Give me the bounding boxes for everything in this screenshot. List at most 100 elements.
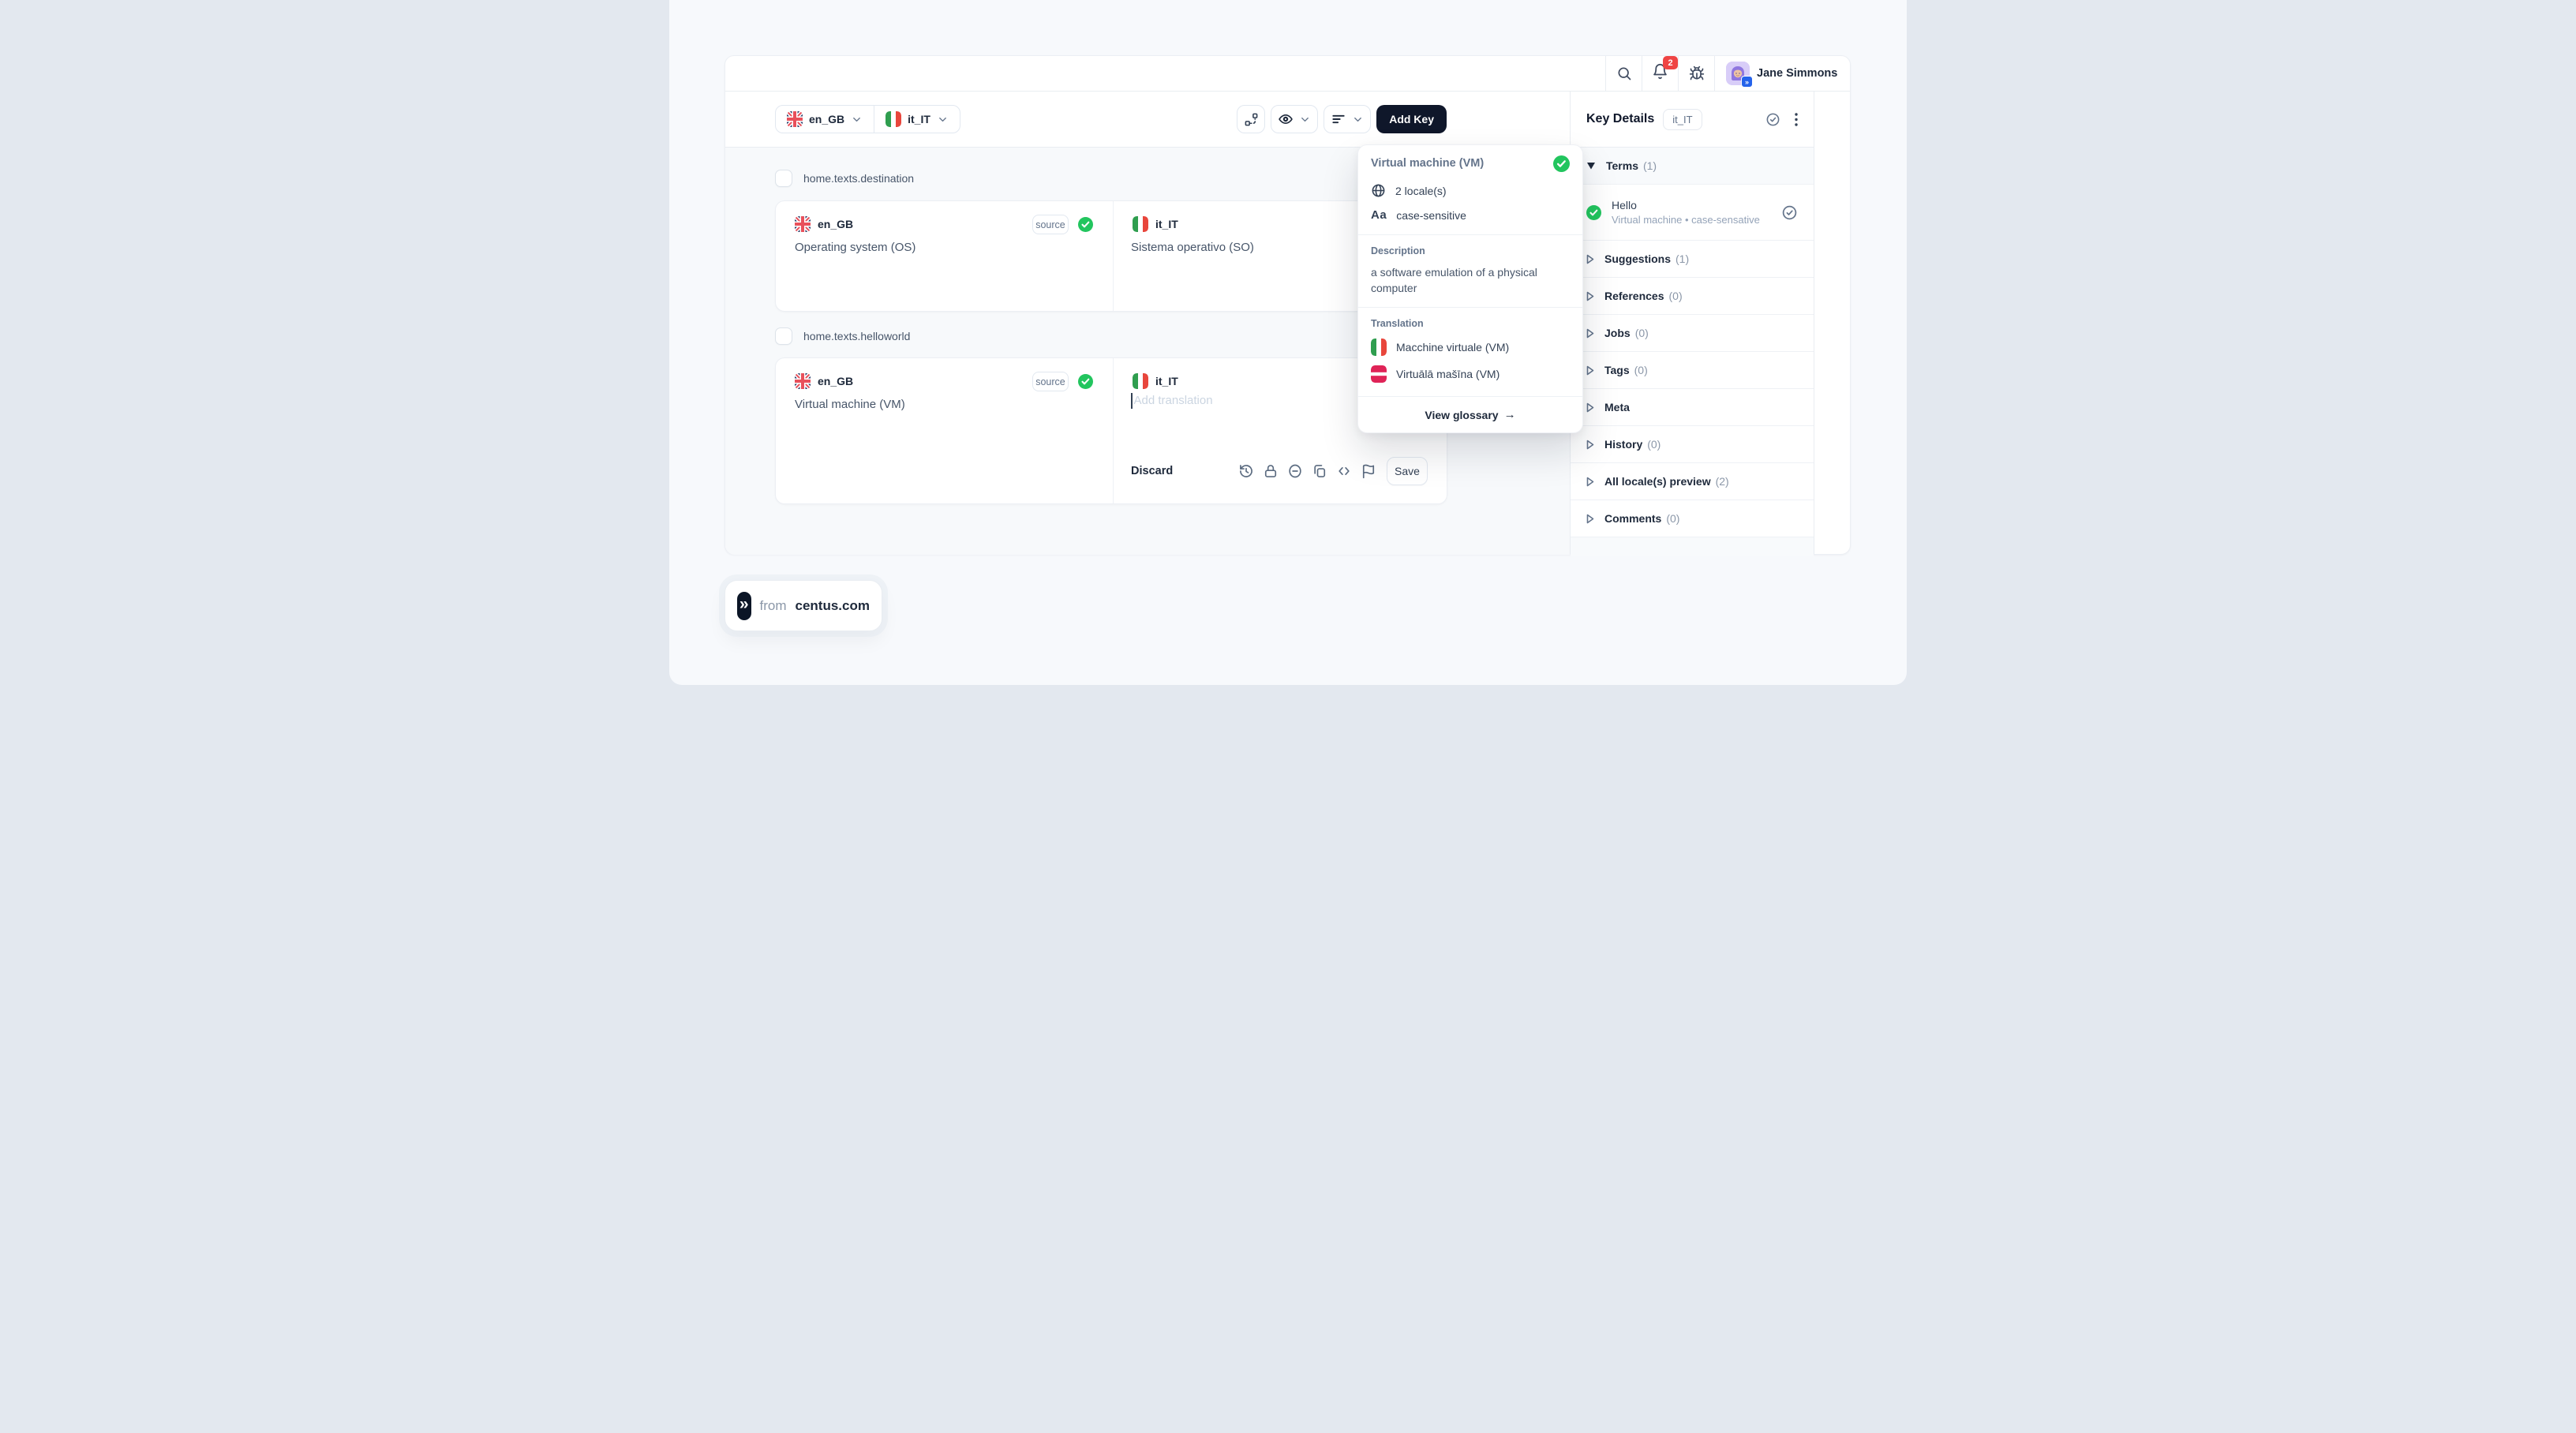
user-name: Jane Simmons [1757,67,1837,80]
avatar: » [1726,62,1750,85]
triangle-right-icon [1586,440,1594,450]
case-label: case-sensitive [1396,209,1466,222]
term-name: Virtual machine (VM) [1371,155,1484,170]
italy-flag-icon [886,111,901,127]
translation-input[interactable]: Add translation [1131,393,1213,409]
view-visibility-button[interactable] [1271,105,1318,133]
approved-check-icon [1078,374,1093,389]
triangle-right-icon [1586,365,1594,376]
text-cursor [1131,393,1133,409]
case-sensitive-icon: Aa [1371,208,1387,222]
filter-lines-icon [1331,111,1346,127]
flag-icon[interactable] [1361,463,1376,479]
locale-pair-selector: en_GB it_IT [775,105,960,133]
translation-row: Macchine virtuale (VM) [1371,339,1570,356]
badge-prefix: from [760,598,787,614]
notification-badge: 2 [1663,56,1678,69]
debug-button[interactable] [1678,56,1714,91]
term-main: Hello Virtual machine • case-sensative [1612,199,1760,226]
notifications-button[interactable]: 2 [1642,56,1678,91]
term-approved-icon [1553,155,1570,172]
centus-logo-icon: » [737,592,751,620]
minus-circle-icon[interactable] [1287,463,1303,479]
section-references[interactable]: References (0) [1571,278,1814,315]
integrations-button[interactable] [1237,105,1265,133]
source-text[interactable]: Operating system (OS) [795,241,915,254]
section-all-locales-preview[interactable]: All locale(s) preview (2) [1571,463,1814,500]
chevron-down-icon [851,114,863,125]
key-details-panel: Key Details it_IT Terms (1) Hello Virtua… [1570,92,1814,554]
source-locale-label: en_GB [818,375,853,387]
source-cell-header: en_GB [795,373,853,389]
check-circle-icon[interactable] [1765,112,1780,127]
target-text[interactable]: Sistema operativo (SO) [1131,241,1254,254]
italy-flag-icon [1133,373,1148,389]
source-text[interactable]: Virtual machine (VM) [795,398,905,411]
triangle-down-icon [1586,162,1596,170]
view-glossary-link[interactable]: View glossary → [1358,396,1582,432]
section-terms[interactable]: Terms (1) [1571,148,1814,185]
target-locale-code: it_IT [908,113,930,125]
triangle-right-icon [1586,254,1594,264]
code-icon[interactable] [1336,463,1352,479]
discard-button[interactable]: Discard [1131,465,1173,477]
uk-flag-icon [787,111,803,127]
arrow-right-icon: → [1504,408,1516,421]
key-checkbox[interactable] [775,327,792,345]
section-suggestions[interactable]: Suggestions (1) [1571,241,1814,278]
lock-icon[interactable] [1263,463,1279,479]
locales-count: 2 locale(s) [1395,185,1447,197]
translation-text: Macchine virtuale (VM) [1396,341,1509,354]
source-locale-code: en_GB [809,113,844,125]
triangle-right-icon [1586,291,1594,301]
card-divider [1113,358,1114,503]
section-count: (1) [1643,159,1657,172]
source-badge: source [1032,372,1069,391]
user-menu[interactable]: » Jane Simmons [1714,56,1850,91]
target-locale-selector[interactable]: it_IT [874,106,960,133]
triangle-right-icon [1586,514,1594,524]
section-comments[interactable]: Comments (0) [1571,500,1814,537]
key-name: home.texts.helloworld [803,330,910,342]
translation-card: en_GB source Operating system (OS) it_IT… [775,200,1447,312]
section-label: Terms [1606,159,1638,172]
source-cell-header: en_GB [795,216,853,232]
kebab-menu-icon[interactable] [1795,113,1798,126]
source-locale-selector[interactable]: en_GB [776,106,874,133]
toolbar-actions: Add Key [1237,105,1447,133]
filter-button[interactable] [1324,105,1371,133]
section-tags[interactable]: Tags (0) [1571,352,1814,389]
search-icon [1616,65,1632,81]
centus-attribution-badge[interactable]: » from centus.com [724,580,882,631]
section-jobs[interactable]: Jobs (0) [1571,315,1814,352]
locale-badge: it_IT [1663,109,1702,130]
check-circle-icon[interactable] [1781,204,1798,221]
key-checkbox[interactable] [775,170,792,187]
add-key-button[interactable]: Add Key [1376,105,1447,133]
popup-description-section: Description a software emulation of a ph… [1358,234,1582,307]
top-bar: 2 » Jane Simmons [725,56,1850,92]
copy-icon[interactable] [1312,463,1327,479]
glossary-term-popup: Virtual machine (VM) 2 locale(s) Aa case… [1357,144,1583,433]
avatar-brand-badge: » [1741,76,1753,88]
key-row: home.texts.helloworld [775,327,910,345]
key-details-title: Key Details [1586,112,1654,126]
view-glossary-label: View glossary [1425,409,1498,421]
save-button[interactable]: Save [1387,457,1428,485]
uk-flag-icon [795,373,811,389]
translation-text: Virtuālā mašīna (VM) [1396,368,1500,380]
chevron-down-icon [1352,114,1364,125]
key-details-header: Key Details it_IT [1571,92,1814,148]
term-row[interactable]: Hello Virtual machine • case-sensative [1571,185,1814,241]
italy-flag-icon [1133,216,1148,232]
search-button[interactable] [1605,56,1642,91]
locales-row: 2 locale(s) [1371,183,1570,198]
globe-icon [1371,183,1386,198]
section-meta[interactable]: Meta [1571,389,1814,426]
history-icon[interactable] [1238,463,1254,479]
sidebar-footer-strip [1571,537,1814,556]
translation-placeholder: Add translation [1134,394,1213,407]
key-details-actions [1765,112,1798,127]
section-history[interactable]: History (0) [1571,426,1814,463]
eye-icon [1278,111,1294,127]
